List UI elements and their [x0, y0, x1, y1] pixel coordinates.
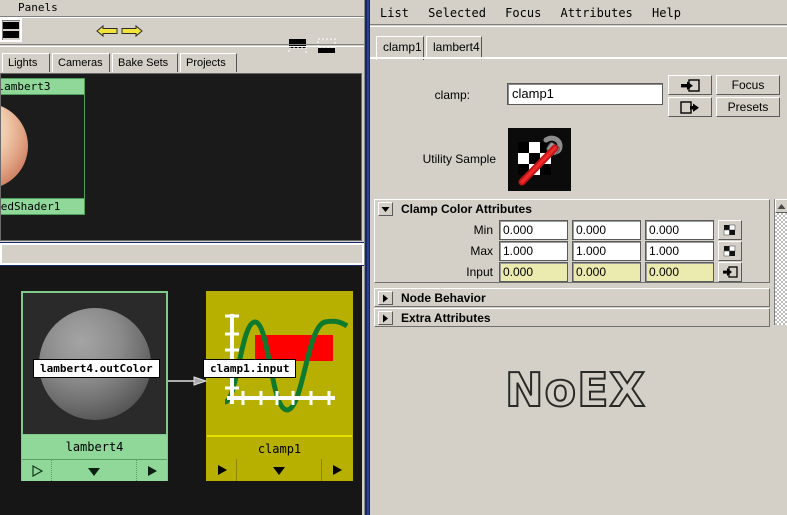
tab-lights[interactable]: Lights: [2, 53, 50, 72]
input-r-input[interactable]: 0.000: [499, 262, 568, 282]
menu-help[interactable]: Help: [646, 4, 687, 22]
max-g-input[interactable]: 1.000: [572, 241, 641, 261]
node-expand-toggle-lambert4[interactable]: [52, 460, 137, 481]
load-attributes-button[interactable]: [668, 75, 712, 95]
toolbar-divider: [0, 44, 364, 47]
scroll-up-arrow-icon[interactable]: [775, 199, 787, 213]
max-r-input[interactable]: 1.000: [499, 241, 568, 261]
menubar-divider: [370, 24, 787, 27]
checker-map-icon[interactable]: [718, 241, 742, 261]
node-graph-canvas[interactable]: lambert4 clamp1 lambert4.outColor clamp1…: [0, 266, 362, 515]
attr-label-min: Min: [473, 223, 493, 237]
menu-selected[interactable]: Selected: [422, 4, 492, 22]
chevron-right-icon[interactable]: [378, 291, 393, 305]
swatch-label-top: lambert3: [1, 78, 85, 95]
connection-arrow-icon: [168, 376, 208, 386]
input-b-input[interactable]: 0.000: [645, 262, 714, 282]
min-g-input[interactable]: 0.000: [572, 220, 641, 240]
attr-label-input: Input: [466, 265, 493, 279]
node-footer-lambert4: [22, 459, 167, 481]
node-input-toggle-lambert4[interactable]: [22, 460, 52, 481]
clamp-color-attributes-frame: Clamp Color Attributes Min 0.000 0.000 0…: [374, 199, 770, 283]
graph-node-clamp1[interactable]: clamp1: [206, 291, 353, 481]
attribute-editor-scrollbar[interactable]: [774, 199, 787, 325]
node-name-label: clamp:: [434, 88, 470, 102]
hammer-checker-swatch-icon[interactable]: [508, 128, 571, 191]
tab-projects[interactable]: Projects: [180, 53, 237, 72]
node-title-clamp1: clamp1: [207, 435, 352, 459]
attribute-editor-menubar: List Selected Focus Attributes Help: [370, 4, 787, 22]
section-header-clamp-color[interactable]: Clamp Color Attributes: [374, 199, 770, 218]
node-footer-clamp1: [207, 459, 352, 481]
unload-attributes-button[interactable]: [668, 97, 712, 117]
swatch-node-lambert3[interactable]: lambert3 eredShader1: [1, 78, 85, 238]
node-name-input[interactable]: clamp1: [507, 83, 663, 105]
swatch-browser-panel[interactable]: lambert3 eredShader1: [0, 73, 362, 241]
tab-cameras[interactable]: Cameras: [52, 53, 110, 72]
utility-sample-label: Utility Sample: [422, 152, 496, 166]
tab-bake-sets[interactable]: Bake Sets: [112, 53, 178, 72]
graph-node-lambert4[interactable]: lambert4: [21, 291, 168, 481]
node-input-toggle-clamp1[interactable]: [207, 459, 237, 481]
max-b-input[interactable]: 1.000: [645, 241, 714, 261]
focus-button[interactable]: Focus: [716, 75, 780, 95]
noex-watermark: NoEX: [504, 362, 646, 418]
arrow-into-box-icon[interactable]: [718, 262, 742, 282]
attribute-sections: Clamp Color Attributes Min 0.000 0.000 0…: [374, 199, 773, 327]
menu-focus[interactable]: Focus: [499, 4, 547, 22]
hypershade-tab-strip: Lights Cameras Bake Sets Projects: [0, 53, 364, 73]
tab-underline: [370, 57, 787, 59]
attr-row-min: Min 0.000 0.000 0.000: [375, 220, 771, 241]
node-output-toggle-lambert4[interactable]: [137, 460, 167, 481]
attr-label-max: Max: [470, 244, 493, 258]
chevron-down-icon[interactable]: [378, 202, 393, 216]
section-label-clamp-color: Clamp Color Attributes: [401, 202, 532, 216]
connection-label-target[interactable]: clamp1.input: [203, 359, 297, 378]
sphere-preview: [1, 103, 28, 189]
app-root: Panels Lights Cameras Bake Sets Projects…: [0, 0, 787, 515]
node-output-toggle-clamp1[interactable]: [322, 459, 352, 481]
swatch-label-bottom: eredShader1: [1, 198, 85, 215]
hypershade-window: Panels Lights Cameras Bake Sets Projects…: [0, 0, 365, 515]
checker-map-icon[interactable]: [718, 220, 742, 240]
panel-splitter-horizontal[interactable]: [0, 242, 365, 266]
attr-row-input: Input 0.000 0.000 0.000: [375, 262, 771, 283]
attribute-editor-tab-strip: clamp1 lambert4: [370, 36, 787, 60]
tab-lambert4[interactable]: lambert4: [426, 36, 482, 57]
arrow-left-icon[interactable]: [96, 24, 118, 38]
presets-button[interactable]: Presets: [716, 97, 780, 117]
node-expand-toggle-clamp1[interactable]: [237, 459, 322, 481]
input-g-input[interactable]: 0.000: [572, 262, 641, 282]
section-header-node-behavior[interactable]: Node Behavior: [374, 288, 770, 307]
node-title-lambert4: lambert4: [22, 435, 167, 459]
splitter-highlight: [367, 0, 369, 515]
min-b-input[interactable]: 0.000: [645, 220, 714, 240]
chevron-right-icon[interactable]: [378, 311, 393, 325]
connection-label-source[interactable]: lambert4.outColor: [33, 359, 160, 378]
section-label-node-behavior: Node Behavior: [401, 291, 486, 305]
section-label-extra-attributes: Extra Attributes: [401, 311, 491, 325]
hypershade-toolbar: [0, 18, 364, 58]
min-r-input[interactable]: 0.000: [499, 220, 568, 240]
panels-title: Panels: [0, 0, 364, 16]
swatch-thumbnail[interactable]: [1, 95, 85, 198]
attr-row-max: Max 1.000 1.000 1.000: [375, 241, 771, 262]
arrow-right-icon[interactable]: [121, 24, 143, 38]
menu-attributes[interactable]: Attributes: [555, 4, 639, 22]
layout-both-panes-button[interactable]: [0, 18, 22, 42]
menu-list[interactable]: List: [374, 4, 415, 22]
section-header-extra-attributes[interactable]: Extra Attributes: [374, 308, 770, 327]
